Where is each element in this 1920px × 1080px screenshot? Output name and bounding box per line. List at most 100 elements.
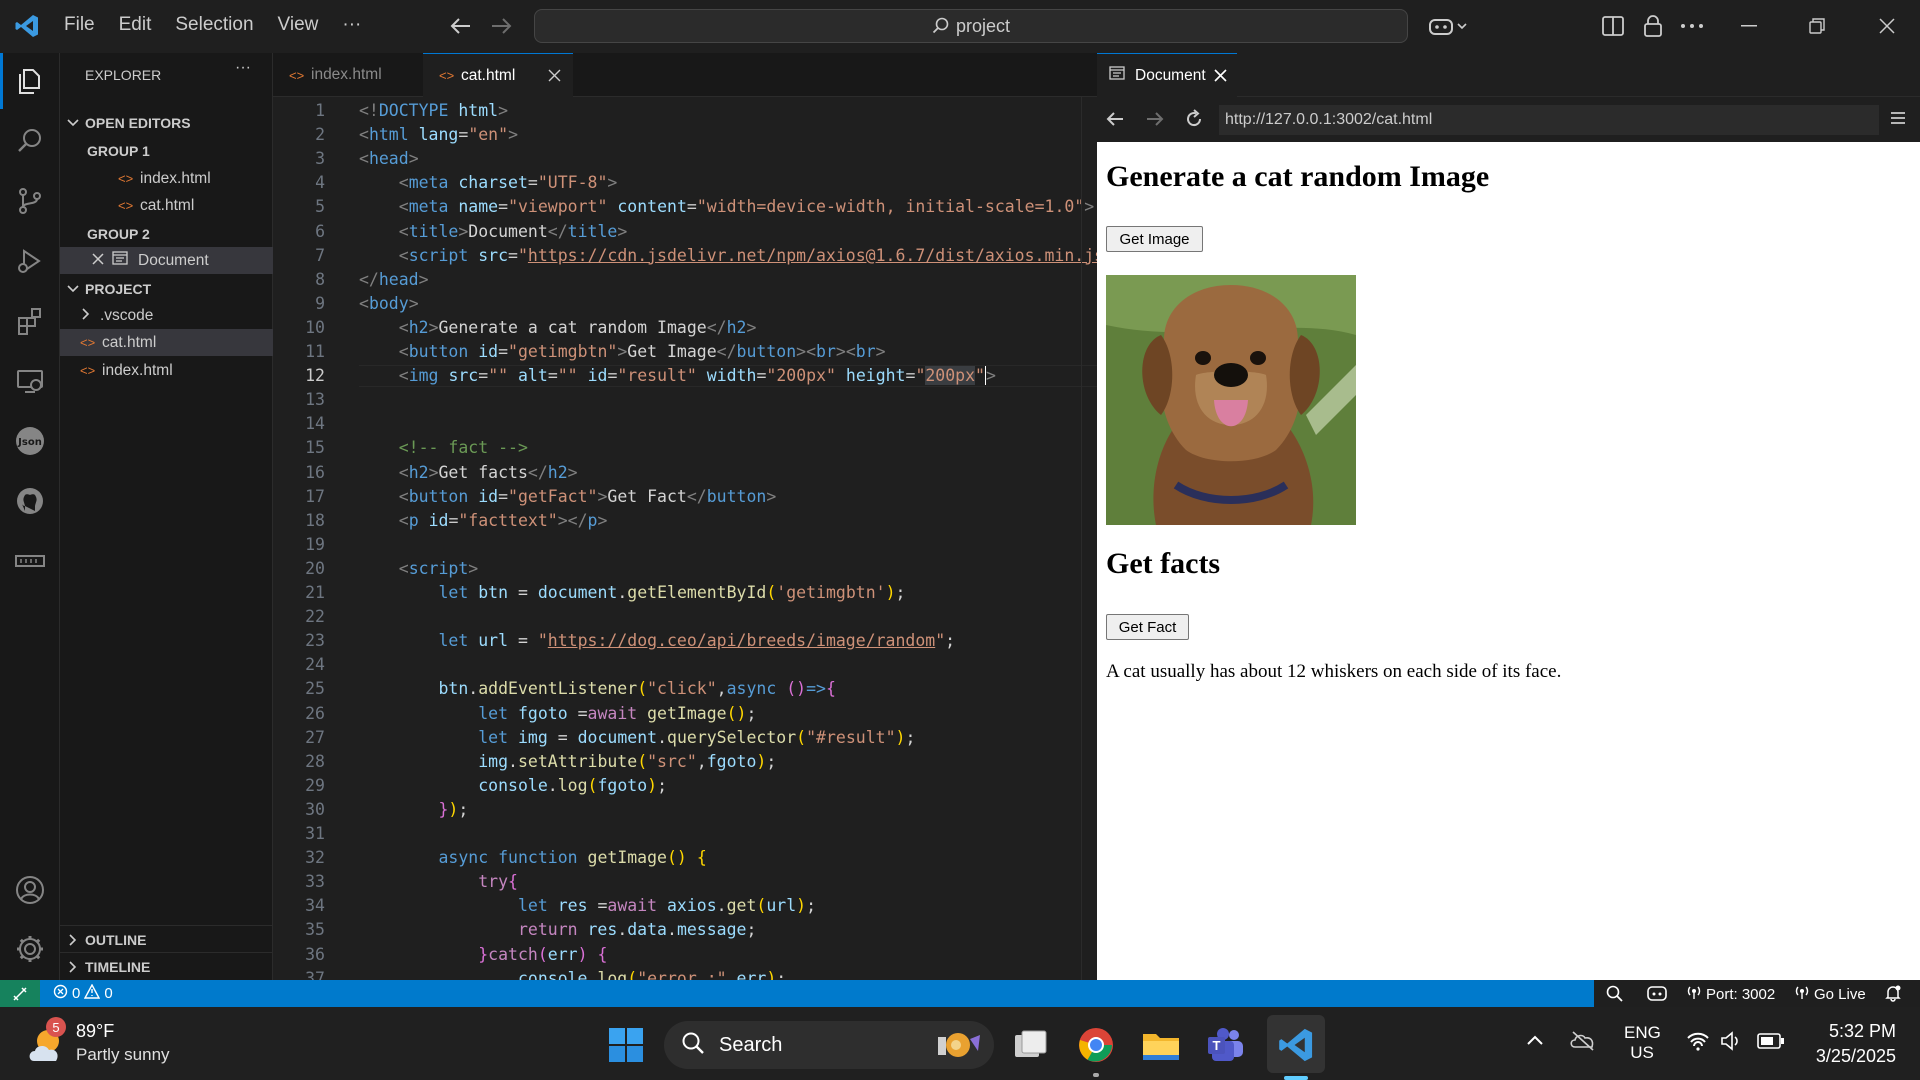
menu-edit[interactable]: Edit	[107, 14, 164, 36]
back-arrow-icon[interactable]	[448, 12, 474, 40]
line-number: 29	[305, 775, 325, 795]
code-line: return res.data.message;	[517, 920, 757, 940]
close-tab-icon[interactable]	[1214, 69, 1227, 87]
open-editor-label: cat.html	[140, 196, 195, 214]
open-editor-cat-html[interactable]: <> cat.html	[60, 192, 273, 219]
timeline-header[interactable]: TIMELINE	[60, 953, 273, 980]
folder-vscode[interactable]: .vscode	[60, 302, 273, 329]
preview-tabs: Document	[1097, 53, 1920, 97]
teams-icon[interactable]: T	[1202, 1021, 1250, 1069]
go-live-label: Go Live	[1814, 985, 1866, 1003]
close-window-icon[interactable]	[1872, 12, 1902, 40]
code-line: <img src="" alt="" id="result" width="20…	[398, 366, 996, 386]
chrome-icon[interactable]	[1072, 1021, 1120, 1077]
run-debug-icon[interactable]	[0, 233, 60, 289]
tab-document[interactable]: Document	[1097, 53, 1237, 97]
code-line: <button id="getimgbtn">Get Image</button…	[398, 342, 886, 361]
notifications-bell-icon[interactable]	[1884, 984, 1902, 1006]
go-live-button[interactable]: Go Live	[1794, 984, 1866, 1004]
page-heading-facts: Get facts	[1106, 547, 1221, 580]
copilot-status-icon[interactable]	[1646, 984, 1668, 1006]
chevron-down-icon	[60, 284, 85, 293]
remote-explorer-icon[interactable]	[0, 353, 60, 409]
taskbar-search[interactable]: Search	[664, 1021, 994, 1069]
project-header[interactable]: PROJECT	[60, 275, 273, 302]
url-input[interactable]: http://127.0.0.1:3002/cat.html	[1219, 105, 1879, 135]
open-editor-document[interactable]: Document	[60, 247, 273, 274]
menu-icon[interactable]	[1889, 110, 1907, 131]
reload-icon[interactable]	[1184, 109, 1204, 134]
file-cat-html[interactable]: <> cat.html	[60, 329, 273, 356]
url-bar-row: http://127.0.0.1:3002/cat.html	[1097, 97, 1920, 142]
chevron-up-icon[interactable]	[1526, 1033, 1544, 1051]
account-icon[interactable]	[0, 862, 60, 918]
code-area[interactable]: 1 2 3 4 5 6 7 8 9 10 11 12 13 14 15 16 17 18 19 20 21 22 23 24 2…	[273, 97, 1124, 988]
outline-header[interactable]: OUTLINE	[60, 926, 273, 953]
open-editor-index-html[interactable]: <> index.html	[60, 165, 273, 192]
weather-badge: 5	[46, 1017, 66, 1037]
keyboard-icon[interactable]	[0, 533, 60, 589]
json-icon[interactable]: Json	[0, 413, 60, 469]
more-actions-icon[interactable]	[1677, 12, 1707, 40]
problems-indicator[interactable]: 0 0	[53, 983, 113, 1003]
source-control-icon[interactable]	[0, 173, 60, 229]
forward-arrow-icon[interactable]	[488, 12, 514, 40]
menu-more[interactable]: ···	[330, 14, 373, 36]
code-line: <title>Document</title>	[398, 221, 628, 241]
wifi-icon[interactable]	[1686, 1031, 1710, 1056]
close-icon[interactable]	[92, 252, 112, 270]
input-language[interactable]: ENG US	[1624, 1023, 1661, 1063]
close-tab-icon[interactable]	[548, 69, 561, 87]
line-number: 3	[315, 149, 325, 169]
code-line: <body>	[359, 293, 419, 313]
tab-index-html[interactable]: <> index.html	[273, 53, 423, 97]
menu-selection[interactable]: Selection	[163, 14, 265, 36]
battery-icon[interactable]	[1757, 1032, 1785, 1055]
minimize-icon[interactable]	[1734, 12, 1764, 40]
code-line: <script>	[398, 558, 479, 578]
copilot-icon[interactable]	[1426, 12, 1470, 40]
github-icon[interactable]	[0, 473, 60, 529]
extensions-icon[interactable]	[0, 293, 60, 349]
html-file-icon: <>	[80, 363, 96, 378]
file-label: index.html	[102, 361, 173, 379]
explorer-icon[interactable]	[0, 53, 60, 109]
toggle-panel-icon[interactable]	[1600, 12, 1626, 40]
onedrive-icon[interactable]	[1569, 1029, 1597, 1056]
clock[interactable]: 5:32 PM 3/25/2025	[1800, 1021, 1896, 1067]
command-center-search[interactable]: project	[534, 9, 1408, 43]
line-number: 11	[305, 342, 325, 361]
windows-start-icon[interactable]	[602, 1021, 650, 1069]
port-indicator[interactable]: Port: 3002	[1686, 984, 1775, 1004]
weather-icon[interactable]: 5	[26, 1017, 72, 1067]
explorer-more-button[interactable]: ···	[235, 59, 251, 77]
settings-gear-icon[interactable]	[0, 921, 60, 977]
open-editors-header[interactable]: OPEN EDITORS	[60, 109, 273, 136]
svg-text:Json: Json	[17, 437, 42, 448]
port-label: Port: 3002	[1706, 985, 1776, 1003]
restore-icon[interactable]	[1802, 12, 1832, 40]
menu-file[interactable]: File	[52, 14, 107, 36]
forward-arrow-icon[interactable]	[1145, 110, 1165, 133]
task-view-icon[interactable]	[1007, 1021, 1055, 1069]
zoom-icon[interactable]	[1606, 985, 1624, 1007]
back-arrow-icon[interactable]	[1105, 110, 1125, 133]
vscode-logo-icon	[14, 13, 40, 39]
menu-view[interactable]: View	[266, 14, 331, 36]
code-line: <h2>Generate a cat random Image</h2>	[398, 317, 757, 337]
get-image-button[interactable]: Get Image	[1106, 226, 1203, 252]
chevron-down-icon	[60, 118, 85, 127]
file-index-html[interactable]: <> index.html	[60, 357, 273, 384]
group2-label: GROUP 2	[87, 225, 150, 242]
temperature-label: 89°F	[76, 1021, 115, 1041]
volume-icon[interactable]	[1720, 1031, 1744, 1056]
remote-indicator-icon[interactable]	[0, 980, 40, 1007]
vscode-taskbar-icon[interactable]	[1272, 1021, 1320, 1080]
tab-cat-html[interactable]: <> cat.html	[423, 53, 573, 97]
code-line: <meta charset="UTF-8">	[398, 173, 618, 193]
get-fact-button[interactable]: Get Fact	[1106, 614, 1189, 640]
lock-icon[interactable]	[1640, 12, 1666, 40]
file-explorer-icon[interactable]	[1137, 1021, 1185, 1069]
editor-tabs: <> index.html <> cat.html	[273, 53, 1097, 97]
search-icon[interactable]	[0, 113, 60, 169]
